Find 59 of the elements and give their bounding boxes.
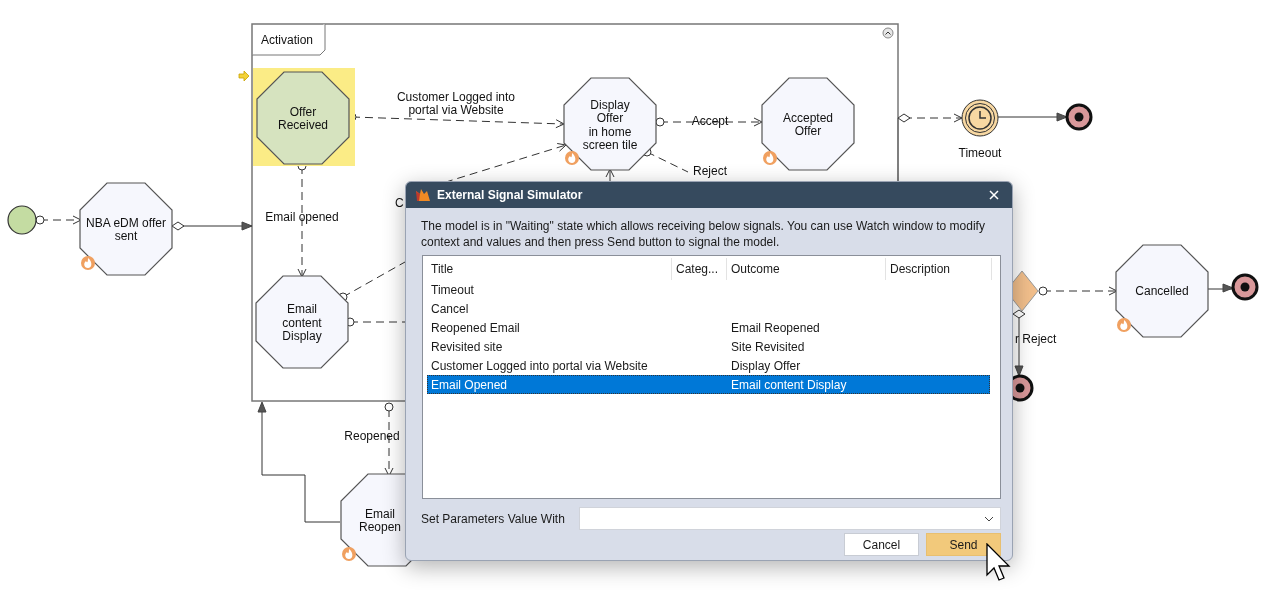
table-cell-text: Timeout — [430, 282, 475, 297]
task-label: Display Offer in home screen tile — [582, 97, 638, 152]
signal-row[interactable]: Timeout — [427, 280, 990, 299]
task-node[interactable] — [1115, 244, 1209, 338]
cancel-button[interactable]: Cancel — [844, 533, 919, 556]
connector-label: Reject — [693, 164, 727, 178]
task-label: Email Reopen — [359, 506, 401, 534]
mouse-pointer-icon — [986, 543, 1012, 583]
task-label: Cancelled — [1135, 284, 1189, 298]
signal-row[interactable]: Email Opened Email content Display — [427, 375, 990, 394]
flame-icon — [342, 547, 356, 561]
table-cell-text: Revisited site — [430, 339, 504, 354]
table-cell-text: Email content Display — [730, 377, 848, 392]
collapse-icon[interactable] — [882, 27, 894, 39]
connector-arrow — [997, 112, 1068, 122]
signal-row[interactable]: Cancel — [427, 299, 990, 318]
task-node[interactable] — [761, 77, 855, 171]
connector-label: Accept — [691, 114, 729, 128]
send-button[interactable]: Send — [926, 533, 1001, 556]
dialog-title: External Signal Simulator — [437, 188, 584, 202]
chevron-down-icon — [984, 515, 994, 522]
end-event — [1231, 273, 1259, 301]
timer-event — [961, 99, 999, 137]
connector-arrow — [35, 215, 82, 225]
field-label: Set Parameters Value With — [421, 511, 565, 526]
flame-logo-icon — [415, 188, 431, 202]
container-title: Activation — [261, 33, 314, 47]
end-event — [1065, 103, 1093, 131]
table-cell-text: Site Revisited — [730, 339, 806, 354]
table-cell-text: Display Offer — [730, 358, 802, 373]
flame-icon — [1117, 318, 1131, 332]
table-cell-text: Email Reopened — [730, 320, 821, 335]
table-cell-text: Email Opened — [430, 377, 509, 392]
flame-icon — [763, 151, 777, 165]
connector-label: C — [395, 196, 404, 210]
flame-icon — [565, 151, 579, 165]
connector-label: r Reject — [1015, 332, 1057, 346]
task-node[interactable] — [255, 275, 349, 369]
task-label: NBA eDM offer sent — [86, 215, 166, 243]
table-cell-text: Reopened Email — [430, 320, 521, 335]
table-cell-text: Cancel — [430, 301, 470, 316]
dialog-message: The model is in "Waiting" state which allows receiving below signals. You can use Watch window to modify context and values and then press Send button to signal the model. — [421, 218, 986, 250]
flame-icon — [81, 256, 95, 270]
signal-row[interactable]: Reopened Email Email Reopened — [427, 318, 990, 337]
task-node[interactable] — [563, 77, 657, 171]
signal-row[interactable]: Customer Logged into portal via Website Display Offer — [427, 356, 990, 375]
task-label: Email content Display — [282, 302, 322, 343]
start-event — [7, 205, 37, 235]
current-arrow-icon — [238, 70, 250, 82]
connector-label: Customer Logged into portal via Website — [396, 89, 516, 117]
task-label: Offer Received — [278, 104, 328, 132]
table-cell-text: Customer Logged into portal via Website — [430, 358, 649, 373]
task-label: Accepted Offer — [783, 110, 833, 138]
signal-row[interactable]: Revisited site Site Revisited — [427, 337, 990, 356]
connector-label: Reopened — [344, 429, 400, 443]
connector-label: Email opened — [265, 210, 339, 224]
connector-arrow — [1207, 283, 1234, 293]
task-node[interactable] — [79, 182, 173, 276]
event-label: Timeout — [958, 146, 1002, 160]
